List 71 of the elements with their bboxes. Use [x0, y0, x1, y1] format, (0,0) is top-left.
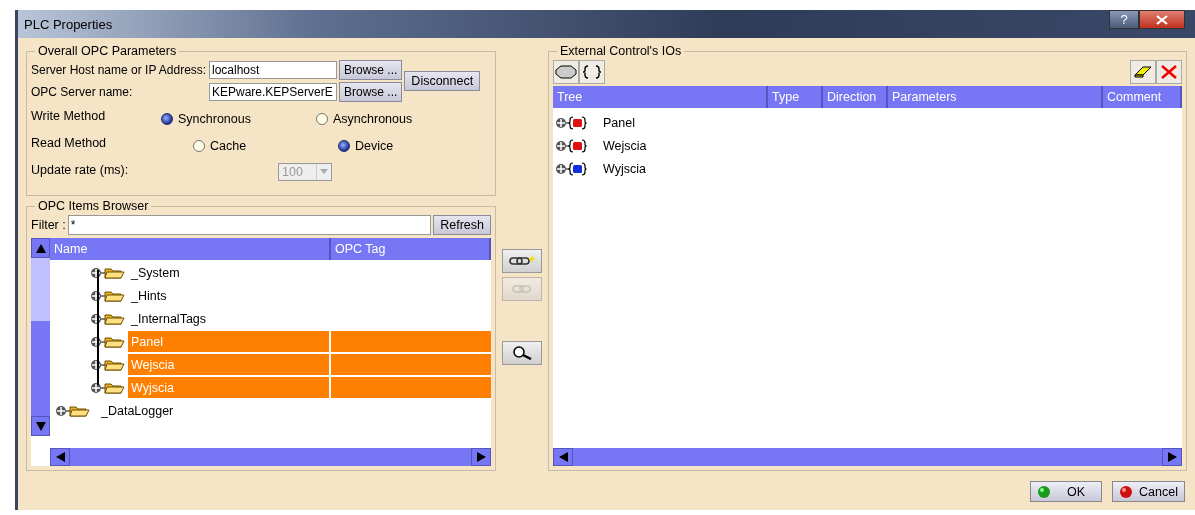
tree-item[interactable]: _System [128, 262, 329, 283]
field-label: Server Host name or IP Address: [31, 63, 207, 77]
up-arrow-icon [35, 243, 46, 253]
left-arrow-icon [55, 452, 65, 462]
field-label: OPC Server name: [31, 85, 134, 99]
expand-folder-icon[interactable] [90, 265, 128, 280]
braces-icon [583, 65, 601, 79]
braces-button[interactable] [579, 60, 605, 84]
shape-button[interactable] [553, 60, 579, 84]
column-header[interactable]: Direction [823, 86, 888, 108]
eraser-button[interactable] [1130, 60, 1156, 84]
field-label: Read Method [31, 135, 108, 150]
eraser-icon [1133, 65, 1153, 79]
link-add-icon [508, 254, 536, 268]
radio-option[interactable]: Synchronous [161, 111, 316, 126]
disconnect-button[interactable]: Disconnect [404, 71, 481, 91]
search-icon [511, 346, 533, 360]
scrollbar[interactable] [50, 448, 491, 466]
expand-folder-icon[interactable] [90, 311, 128, 326]
radio-option[interactable]: Device [338, 138, 394, 153]
expand-folder-icon[interactable] [90, 380, 128, 395]
expand-folder-icon[interactable] [90, 334, 128, 349]
delete-icon [1160, 64, 1178, 80]
server-field[interactable]: KEPware.KEPServerE [209, 83, 337, 101]
tree-item[interactable]: Wejscia [603, 138, 647, 153]
help-button[interactable]: ? [1109, 10, 1139, 29]
window-title: PLC Properties [24, 16, 113, 32]
status-light-icon [1119, 484, 1134, 499]
tree-item[interactable]: _DataLogger [98, 400, 329, 421]
link-button[interactable] [502, 249, 542, 273]
column-header[interactable]: Comment [1103, 86, 1182, 108]
tree-item[interactable]: Wyjscia [603, 161, 646, 176]
expand-folder-icon[interactable] [90, 288, 128, 303]
caret-icon [320, 169, 328, 174]
column-header[interactable]: Parameters [888, 86, 1103, 108]
scrollbar[interactable] [553, 448, 1182, 466]
tree-item[interactable]: Panel [603, 115, 635, 130]
status-light-icon [1037, 484, 1051, 499]
right-arrow-icon [476, 452, 486, 462]
delete-button[interactable] [1156, 60, 1182, 84]
tree-item[interactable]: _InternalTags [128, 308, 329, 329]
group-title: OPC Items Browser [37, 199, 150, 213]
field-label: Update rate (ms): [31, 162, 130, 177]
group-title: Overall OPC Parameters [37, 44, 178, 58]
browse-button[interactable]: Browse ... [339, 60, 403, 80]
group-title: External Control's IOs [559, 44, 683, 58]
browse-button[interactable]: Browse ... [339, 82, 403, 102]
ok-button[interactable]: OK [1030, 481, 1103, 502]
column-header[interactable]: OPC Tag [331, 238, 491, 260]
field-label: Filter : [31, 218, 66, 232]
column-header[interactable]: Name [50, 238, 331, 260]
cancel-button[interactable]: Cancel [1112, 481, 1185, 502]
expand-folder-icon[interactable] [90, 357, 128, 372]
radio-option[interactable]: Asynchronous [316, 111, 413, 126]
radio-option[interactable]: Cache [193, 138, 338, 153]
down-arrow-icon [35, 421, 46, 431]
close-button[interactable] [1139, 10, 1185, 29]
column-header[interactable]: Tree [553, 86, 768, 108]
close-icon [1156, 14, 1168, 25]
search-button[interactable] [502, 341, 542, 365]
right-arrow-icon [1167, 452, 1177, 462]
field-label: Write Method [31, 108, 107, 123]
scrollbar[interactable] [31, 238, 50, 436]
tree-item[interactable]: _Hints [128, 285, 329, 306]
filter-field[interactable]: * [67, 215, 432, 235]
host-field[interactable]: localhost [209, 61, 337, 79]
octagon-icon [555, 65, 577, 79]
link-icon [511, 284, 533, 294]
column-header[interactable]: Type [768, 86, 823, 108]
refresh-button[interactable]: Refresh [433, 215, 491, 235]
left-arrow-icon [558, 452, 568, 462]
